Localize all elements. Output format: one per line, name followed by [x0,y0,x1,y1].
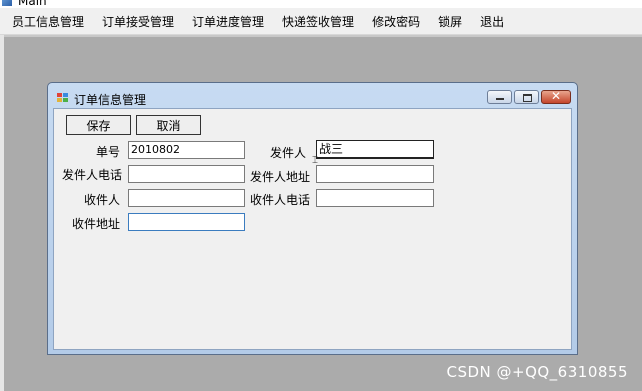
close-button[interactable]: ✕ [541,89,571,104]
sender-phone-field[interactable] [128,165,245,183]
child-titlebar[interactable]: 订单信息管理 ✕ [48,83,577,109]
recipient-address-label: 收件地址 [71,217,120,231]
form-icon [57,93,69,103]
form-client-area: 保存 取消 单号 2010802 发件人 战三 发件人电话 发件人地址 收件人 … [53,108,572,350]
recipient-phone-field[interactable] [316,189,434,207]
menu-item-order-receive[interactable]: 订单接受管理 [93,13,183,30]
sender-label: 发件人 [269,146,306,160]
child-window-title: 订单信息管理 [74,93,147,107]
menubar: 员工信息管理 订单接受管理 订单进度管理 快递签收管理 修改密码 锁屏 退出 [0,8,642,35]
mdi-left-border [0,35,4,391]
sender-field[interactable]: 战三 [316,140,434,159]
recipient-phone-label: 收件人电话 [250,193,311,207]
menu-item-employee-info[interactable]: 员工信息管理 [0,13,93,30]
recipient-address-field[interactable] [128,213,245,231]
menu-item-change-password[interactable]: 修改密码 [363,13,429,30]
minimize-icon [496,98,504,100]
sender-address-field[interactable] [316,165,434,183]
menu-item-exit[interactable]: 退出 [471,13,513,30]
order-info-window: 订单信息管理 ✕ 保存 取消 单号 2010802 发件人 战三 发件人电话 发… [47,82,578,355]
save-button[interactable]: 保存 [66,115,131,135]
close-icon: ✕ [550,89,562,103]
menu-item-delivery-signoff[interactable]: 快递签收管理 [273,13,363,30]
maximize-button[interactable] [514,90,539,104]
sender-address-label: 发件人地址 [250,170,311,184]
watermark: CSDN @+QQ_6310855 [446,363,628,381]
window-controls: ✕ [487,89,571,104]
app-title: Main [18,0,47,8]
recipient-label: 收件人 [83,193,120,207]
sender-phone-label: 发件人电话 [62,168,123,182]
order-no-field[interactable]: 2010802 [128,141,245,159]
text-cursor-icon: ⌶ [312,155,318,166]
order-no-label: 单号 [95,145,120,159]
recipient-field[interactable] [128,189,245,207]
app-titlebar: Main [0,0,642,8]
mdi-top-border [4,35,642,37]
cancel-button[interactable]: 取消 [136,115,201,135]
minimize-button[interactable] [487,90,512,104]
menu-item-order-progress[interactable]: 订单进度管理 [183,13,273,30]
maximize-icon [523,94,532,102]
menu-item-lock-screen[interactable]: 锁屏 [429,13,471,30]
app-icon [2,0,12,6]
